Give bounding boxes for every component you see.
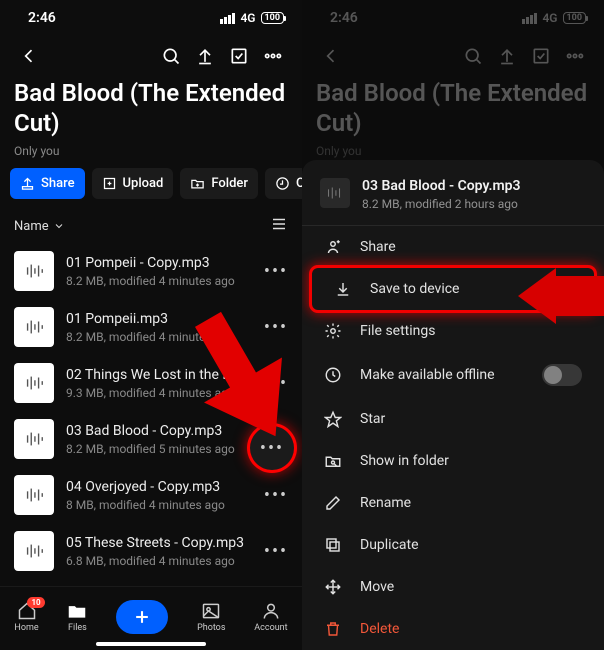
fab-add[interactable] xyxy=(116,600,168,634)
nav-files[interactable]: Files xyxy=(67,601,87,633)
clock: 2:46 xyxy=(28,10,56,26)
nav-home[interactable]: 10 Home xyxy=(14,601,38,633)
search-button[interactable] xyxy=(154,39,188,73)
sort-button[interactable]: Name xyxy=(14,219,65,234)
file-thumb xyxy=(14,307,54,347)
upload-action-button[interactable]: Upload xyxy=(92,168,174,199)
file-thumb xyxy=(14,363,54,403)
share-button[interactable]: Share xyxy=(10,168,85,199)
select-button[interactable] xyxy=(222,39,256,73)
status-indicators: 4G 100 xyxy=(220,11,284,25)
screenshot-right: 2:46 4G 100 Bad Blood (The Extended Cut)… xyxy=(302,0,604,650)
nav-photos[interactable]: Photos xyxy=(197,601,225,633)
sheet-delete[interactable]: Delete xyxy=(302,608,604,650)
file-row[interactable]: 05 These Streets - Copy.mp3 6.8 MB, modif… xyxy=(0,523,302,579)
file-row[interactable]: 01 Pompeii - Copy.mp3 8.2 MB, modified 4 … xyxy=(0,243,302,299)
file-thumb xyxy=(14,475,54,515)
file-name: 05 These Streets - Copy.mp3 xyxy=(66,535,248,551)
file-more-button[interactable]: ••• xyxy=(260,479,292,511)
screenshot-left: 2:46 4G 100 Bad Blood (The Extended Cut)… xyxy=(0,0,302,650)
file-meta: 8 MB, modified 4 minutes ago xyxy=(66,498,248,512)
file-thumb xyxy=(14,419,54,459)
sheet-star[interactable]: Star xyxy=(302,398,604,440)
upload-button[interactable] xyxy=(490,39,524,73)
upload-button[interactable] xyxy=(188,39,222,73)
search-button[interactable] xyxy=(456,39,490,73)
top-bar xyxy=(302,36,604,76)
sheet-share[interactable]: Share xyxy=(302,226,604,268)
action-toolbar: Share Upload Folder Offline xyxy=(0,168,302,209)
folder-button[interactable]: Folder xyxy=(180,168,258,199)
file-meta: 6.8 MB, modified 4 minutes ago xyxy=(66,554,248,568)
sheet-rename[interactable]: Rename xyxy=(302,482,604,524)
file-name: 01 Pompeii - Copy.mp3 xyxy=(66,255,248,271)
back-button[interactable] xyxy=(12,39,46,73)
battery-icon: 100 xyxy=(563,12,587,24)
clock: 2:46 xyxy=(330,10,358,26)
nav-account[interactable]: Account xyxy=(254,601,287,633)
sheet-header: 03 Bad Blood - Copy.mp3 8.2 MB, modified… xyxy=(302,174,604,226)
page-title: Bad Blood (The Extended Cut) xyxy=(302,76,604,140)
network-label: 4G xyxy=(240,11,255,25)
offline-toggle[interactable] xyxy=(542,364,582,386)
sheet-show-in-folder[interactable]: Show in folder xyxy=(302,440,604,482)
offline-button[interactable]: Offline xyxy=(265,168,302,199)
file-more-button[interactable]: ••• xyxy=(260,255,292,287)
page-title: Bad Blood (The Extended Cut) xyxy=(0,76,302,140)
more-button[interactable] xyxy=(558,39,592,73)
sheet-file-name: 03 Bad Blood - Copy.mp3 xyxy=(362,178,586,194)
home-indicator xyxy=(96,642,206,646)
top-bar xyxy=(0,36,302,76)
annotation-arrow xyxy=(518,268,604,324)
sort-row: Name xyxy=(0,209,302,243)
file-name: 04 Overjoyed - Copy.mp3 xyxy=(66,479,248,495)
sheet-move[interactable]: Move xyxy=(302,566,604,608)
battery-icon: 100 xyxy=(261,12,285,24)
select-button[interactable] xyxy=(524,39,558,73)
sheet-duplicate[interactable]: Duplicate xyxy=(302,524,604,566)
sheet-file-meta: 8.2 MB, modified 2 hours ago xyxy=(362,197,586,211)
back-button[interactable] xyxy=(314,39,348,73)
annotation-arrow xyxy=(188,310,288,450)
sheet-make-offline[interactable]: Make available offline xyxy=(302,352,604,398)
file-more-button[interactable]: ••• xyxy=(260,535,292,567)
signal-icon xyxy=(220,13,235,24)
file-thumb xyxy=(14,251,54,291)
status-bar: 2:46 4G 100 xyxy=(0,0,302,36)
signal-icon xyxy=(522,13,537,24)
more-button[interactable] xyxy=(256,39,290,73)
status-bar: 2:46 4G 100 xyxy=(302,0,604,36)
page-subtitle: Only you xyxy=(0,140,302,168)
status-indicators: 4G 100 xyxy=(522,11,586,25)
network-label: 4G xyxy=(542,11,557,25)
file-thumb xyxy=(14,531,54,571)
bottom-nav: 10 Home Files Photos Account xyxy=(0,586,302,650)
view-toggle-button[interactable] xyxy=(270,215,288,237)
home-badge: 10 xyxy=(27,597,44,608)
file-thumb xyxy=(320,178,350,208)
file-row[interactable]: 04 Overjoyed - Copy.mp3 8 MB, modified 4 … xyxy=(0,467,302,523)
action-sheet: 03 Bad Blood - Copy.mp3 8.2 MB, modified… xyxy=(302,160,604,650)
file-meta: 8.2 MB, modified 4 minutes ago xyxy=(66,274,248,288)
